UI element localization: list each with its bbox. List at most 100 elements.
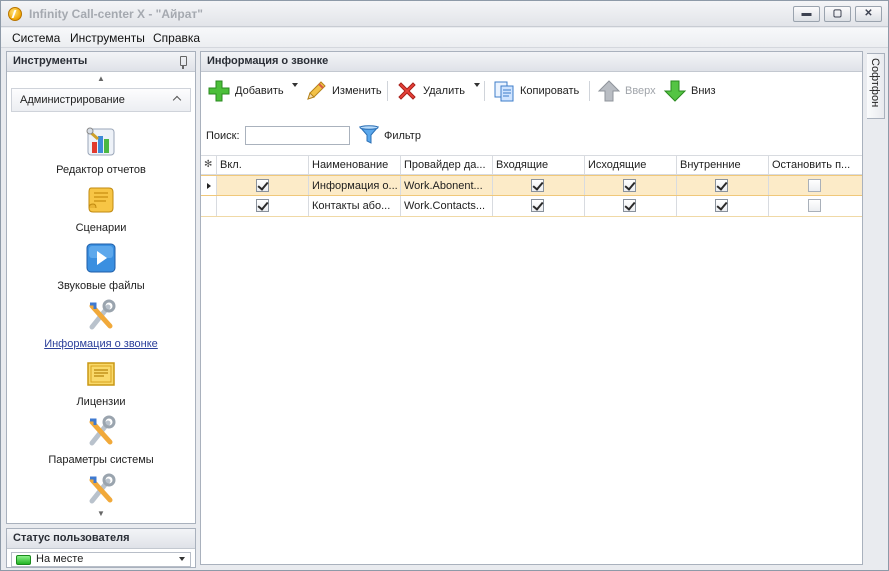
col-header-name[interactable]: Наименование xyxy=(309,156,401,174)
tool-licenses[interactable]: Лицензии xyxy=(7,354,195,412)
stop-checkbox[interactable] xyxy=(808,179,821,192)
col-header-provider[interactable]: Провайдер да... xyxy=(401,156,493,174)
edit-button[interactable]: Изменить xyxy=(304,79,382,103)
status-online-icon xyxy=(16,555,31,565)
col-header-stop[interactable]: Остановить п... xyxy=(769,156,862,174)
cell-outgoing[interactable] xyxy=(585,196,677,216)
report-editor-icon xyxy=(86,127,115,156)
cell-name[interactable]: Информация о... xyxy=(309,176,401,195)
tools-panel: Инструменты ▲ Администрирование Редактор… xyxy=(6,51,196,524)
copy-button[interactable]: Копировать xyxy=(492,79,584,103)
cell-outgoing[interactable] xyxy=(585,176,677,195)
filter-label: Фильтр xyxy=(384,130,421,142)
col-header-internal[interactable]: Внутренние xyxy=(677,156,769,174)
tools-icon xyxy=(89,415,116,446)
cell-internal[interactable] xyxy=(677,176,769,195)
stop-checkbox[interactable] xyxy=(808,199,821,212)
plus-icon xyxy=(208,80,230,102)
move-down-button[interactable]: Вниз xyxy=(663,79,719,103)
chevron-up-icon xyxy=(172,95,182,105)
arrow-down-icon xyxy=(663,80,687,102)
tool-label: Лицензии xyxy=(76,396,126,408)
row-indicator[interactable] xyxy=(201,176,217,195)
cell-stop[interactable] xyxy=(769,196,862,216)
arrow-up-icon xyxy=(597,80,621,102)
col-header-outgoing[interactable]: Исходящие xyxy=(585,156,677,174)
toolbar: Добавить Изменить Удалить Копировать Вве… xyxy=(201,73,862,109)
call-info-panel: Информация о звонке Добавить Изменить Уд… xyxy=(200,51,863,565)
status-dropdown[interactable]: На месте xyxy=(11,552,191,567)
row-indicator[interactable] xyxy=(201,196,217,216)
enabled-checkbox[interactable] xyxy=(256,199,269,212)
menu-tools[interactable]: Инструменты xyxy=(70,31,145,45)
app-window: Infinity Call-center X - "Айрат" ▬ ▢ ✕ С… xyxy=(0,0,889,571)
tool-report-editor[interactable]: Редактор отчетов xyxy=(7,122,195,180)
up-label: Вверх xyxy=(625,85,656,97)
cell-provider[interactable]: Work.Abonent... xyxy=(401,176,493,195)
maximize-button[interactable]: ▢ xyxy=(824,6,851,22)
tool-label: Параметры системы xyxy=(48,454,154,466)
pin-icon[interactable] xyxy=(180,56,187,69)
softphone-tab[interactable]: Софтфон xyxy=(867,53,885,119)
tool-call-info[interactable]: Информация о звонке xyxy=(7,296,195,354)
group-label: Администрирование xyxy=(20,94,125,106)
add-label: Добавить xyxy=(235,85,284,97)
add-button[interactable]: Добавить xyxy=(207,79,287,103)
table-row[interactable]: Информация о... Work.Abonent... xyxy=(201,175,862,196)
cell-incoming[interactable] xyxy=(493,196,585,216)
delete-dropdown-arrow-icon[interactable] xyxy=(474,83,480,87)
tool-scenarios[interactable]: Сценарии xyxy=(7,180,195,238)
close-button[interactable]: ✕ xyxy=(855,6,882,22)
license-icon xyxy=(87,362,115,386)
tool-more[interactable] xyxy=(7,470,195,510)
scroll-down-arrow-icon[interactable]: ▼ xyxy=(7,509,195,521)
window-title: Infinity Call-center X - "Айрат" xyxy=(29,7,203,21)
minimize-button[interactable]: ▬ xyxy=(793,6,820,22)
scroll-icon xyxy=(88,187,114,213)
edit-label: Изменить xyxy=(332,85,382,97)
cell-incoming[interactable] xyxy=(493,176,585,195)
tool-sound-files[interactable]: Звуковые файлы xyxy=(7,238,195,296)
tools-icon xyxy=(89,473,116,504)
cell-enabled[interactable] xyxy=(217,176,309,195)
menu-system[interactable]: Система xyxy=(12,31,60,45)
internal-checkbox[interactable] xyxy=(715,199,728,212)
tool-label: Информация о звонке xyxy=(44,338,158,350)
add-dropdown-arrow-icon[interactable] xyxy=(292,83,298,87)
cell-stop[interactable] xyxy=(769,176,862,195)
dropdown-arrow-icon xyxy=(179,557,185,561)
cell-name[interactable]: Контакты або... xyxy=(309,196,401,216)
tool-label: Звуковые файлы xyxy=(57,280,145,292)
play-icon xyxy=(86,243,116,273)
internal-checkbox[interactable] xyxy=(715,179,728,192)
table-row[interactable]: Контакты або... Work.Contacts... xyxy=(201,196,862,217)
delete-x-icon xyxy=(398,82,416,100)
grid-corner[interactable]: ✻ xyxy=(201,156,217,174)
incoming-checkbox[interactable] xyxy=(531,199,544,212)
col-header-incoming[interactable]: Входящие xyxy=(493,156,585,174)
status-panel-header: Статус пользователя xyxy=(7,529,195,549)
search-input[interactable] xyxy=(245,126,350,145)
move-up-button[interactable]: Вверх xyxy=(597,79,659,103)
grid-header: ✻ Вкл. Наименование Провайдер да... Вход… xyxy=(201,155,862,175)
enabled-checkbox[interactable] xyxy=(256,179,269,192)
cell-internal[interactable] xyxy=(677,196,769,216)
group-administration[interactable]: Администрирование xyxy=(11,88,191,112)
outgoing-checkbox[interactable] xyxy=(623,179,636,192)
delete-button[interactable]: Удалить xyxy=(395,79,470,103)
col-header-enabled[interactable]: Вкл. xyxy=(217,156,309,174)
cell-enabled[interactable] xyxy=(217,196,309,216)
tools-panel-title: Инструменты xyxy=(13,55,88,67)
tools-panel-header: Инструменты xyxy=(7,52,195,72)
scroll-up-arrow-icon[interactable]: ▲ xyxy=(7,72,195,86)
tools-icon xyxy=(89,299,116,330)
toolbar-separator xyxy=(387,81,388,101)
row-selected-arrow-icon xyxy=(207,183,211,189)
toolbar-separator xyxy=(484,81,485,101)
cell-provider[interactable]: Work.Contacts... xyxy=(401,196,493,216)
incoming-checkbox[interactable] xyxy=(531,179,544,192)
search-row: Поиск: Фильтр xyxy=(201,124,862,148)
outgoing-checkbox[interactable] xyxy=(623,199,636,212)
menu-help[interactable]: Справка xyxy=(153,31,200,45)
tool-system-params[interactable]: Параметры системы xyxy=(7,412,195,470)
